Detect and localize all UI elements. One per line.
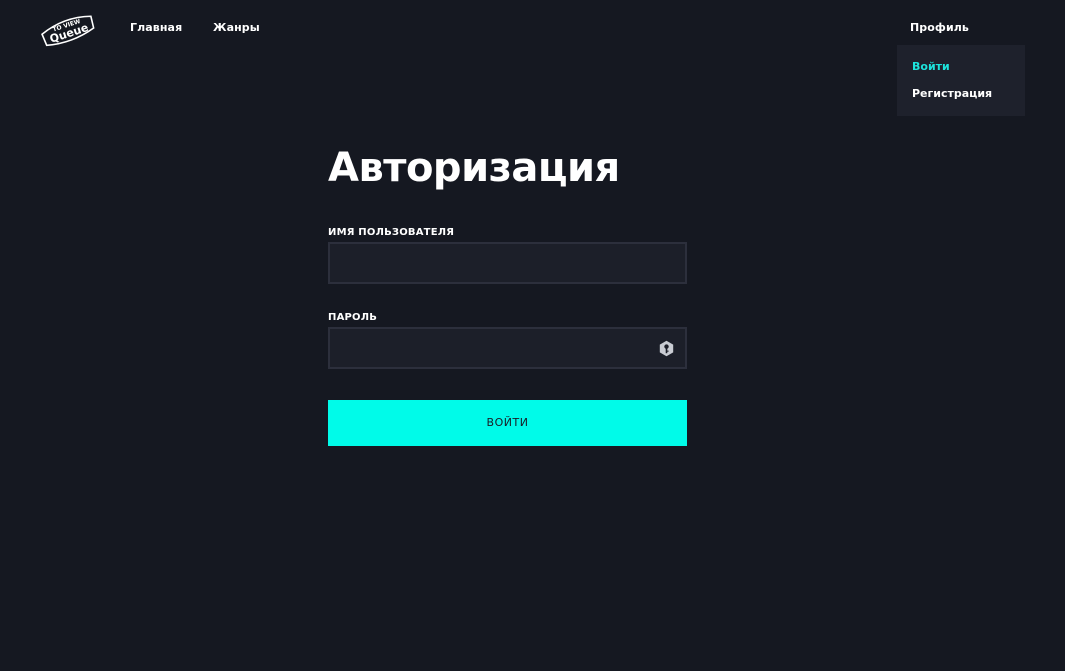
username-field-container xyxy=(328,242,687,284)
logo-icon: TO VIEW Queue xyxy=(41,15,95,47)
dropdown-item-register[interactable]: Регистрация xyxy=(912,87,992,100)
nav-profile-link[interactable]: Профиль xyxy=(910,21,969,34)
password-label: ПАРОЛЬ xyxy=(328,312,378,323)
login-page: TO VIEW Queue Главная Жанры Профиль Войт… xyxy=(0,0,1065,671)
logo[interactable]: TO VIEW Queue xyxy=(38,12,98,48)
username-label: ИМЯ ПОЛЬЗОВАТЕЛЯ xyxy=(328,227,455,238)
nav-genres-link[interactable]: Жанры xyxy=(213,21,260,34)
dropdown-item-login[interactable]: Войти xyxy=(912,60,950,73)
password-input[interactable] xyxy=(330,329,685,367)
password-field-container xyxy=(328,327,687,369)
profile-dropdown: Войти Регистрация xyxy=(897,45,1025,116)
page-title: Авторизация xyxy=(328,145,620,191)
login-submit-button[interactable]: ВОЙТИ xyxy=(328,400,687,446)
key-icon[interactable] xyxy=(658,340,675,357)
nav-home-link[interactable]: Главная xyxy=(130,21,182,34)
username-input[interactable] xyxy=(330,244,685,282)
